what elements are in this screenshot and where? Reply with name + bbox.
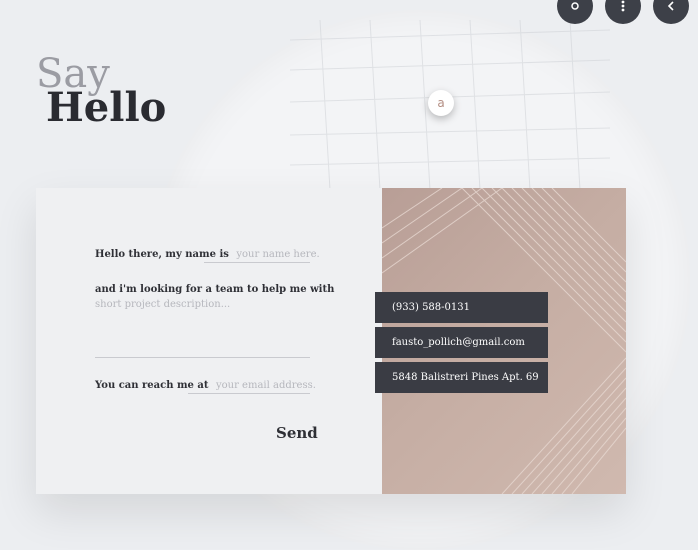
project-prefix: and i'm looking for a team to help me wi… — [95, 284, 335, 295]
email-underline — [188, 393, 310, 394]
phone-box[interactable]: (933) 588-0131 — [375, 292, 548, 323]
address-text: 5848 Balistreri Pines Apt. 69 — [392, 372, 539, 383]
address-box[interactable]: 5848 Balistreri Pines Apt. 69 — [375, 362, 548, 393]
lens-icon-glyph — [571, 2, 579, 10]
name-underline — [204, 262, 310, 263]
project-input[interactable]: short project description... — [95, 299, 230, 310]
email-text: fausto_pollich@gmail.com — [392, 337, 525, 348]
name-input[interactable]: your name here. — [236, 249, 319, 260]
project-underline — [95, 357, 310, 358]
more-vertical-icon[interactable] — [605, 0, 641, 24]
email-prefix: You can reach me at — [95, 380, 209, 391]
title-hello: Hello — [46, 84, 167, 131]
send-button[interactable]: Send — [276, 424, 318, 442]
email-input[interactable]: your email address. — [216, 380, 316, 391]
map-pin-icon[interactable]: a — [428, 90, 454, 116]
chevron-left-icon[interactable] — [653, 0, 689, 24]
name-prefix: Hello there, my name is — [95, 249, 229, 260]
contact-form: Hello there, my name is your name here. … — [36, 188, 382, 494]
phone-text: (933) 588-0131 — [392, 302, 470, 313]
page-title: Say Hello — [36, 54, 166, 128]
map-pin-label: a — [437, 96, 445, 110]
contact-card: Hello there, my name is your name here. … — [36, 188, 626, 494]
email-box[interactable]: fausto_pollich@gmail.com — [375, 327, 548, 358]
name-line: Hello there, my name is your name here. — [95, 249, 320, 260]
chevron-left-icon-glyph — [667, 1, 674, 11]
email-line: You can reach me at your email address. — [95, 380, 316, 391]
more-vertical-icon-glyph — [621, 0, 625, 12]
